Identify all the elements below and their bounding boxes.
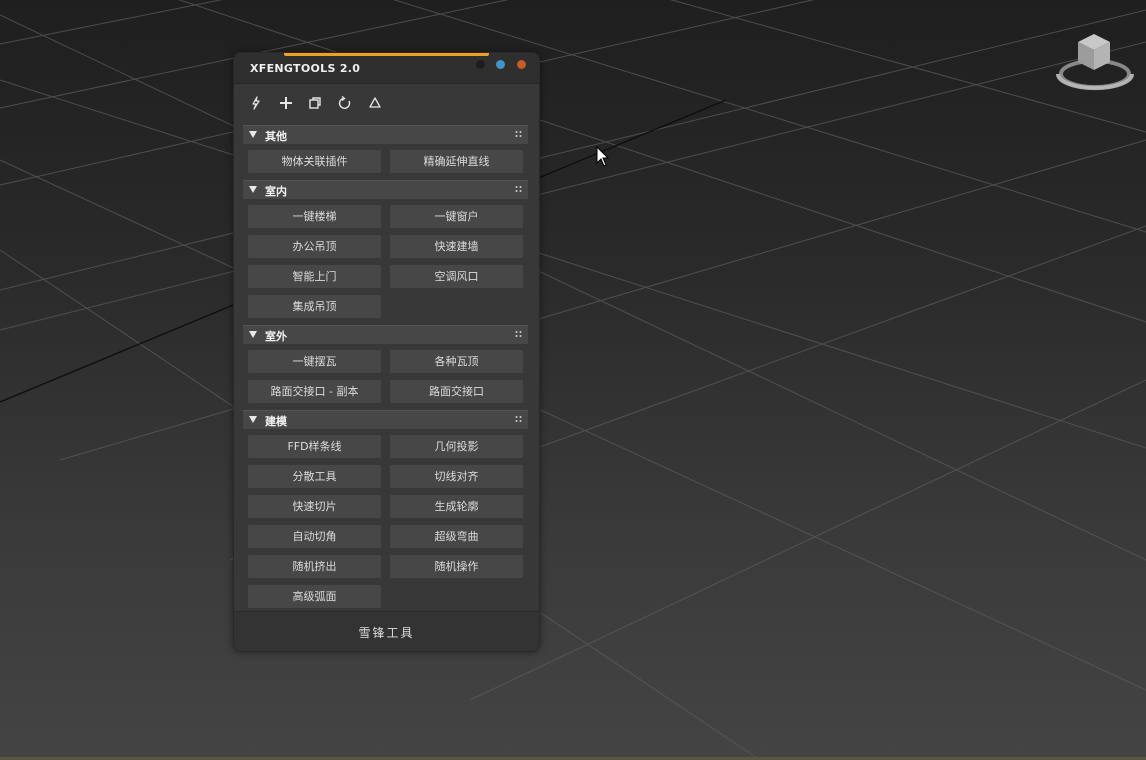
- footer-brand: 雪锋工具: [358, 626, 415, 640]
- tool-button[interactable]: 超级弯曲: [390, 525, 523, 548]
- panel-title: XFENGTOOLS 2.0: [250, 62, 361, 75]
- collapse-triangle-icon[interactable]: [249, 331, 257, 338]
- tool-button[interactable]: 几何投影: [390, 435, 523, 458]
- tool-button[interactable]: 分散工具: [248, 465, 381, 488]
- section-header-outdoor[interactable]: 室外: [243, 325, 528, 344]
- close-button[interactable]: [517, 60, 526, 69]
- panel-footer: 雪锋工具: [234, 611, 539, 651]
- section-header-indoor[interactable]: 室内: [243, 180, 528, 199]
- tool-button[interactable]: 自动切角: [248, 525, 381, 548]
- tool-button[interactable]: 一键楼梯: [248, 205, 381, 228]
- tool-button[interactable]: 随机操作: [390, 555, 523, 578]
- tool-button[interactable]: 快速建墙: [390, 235, 523, 258]
- section-title: 室外: [265, 330, 287, 343]
- tool-button[interactable]: 精确延伸直线: [390, 150, 523, 173]
- tool-button[interactable]: 快速切片: [248, 495, 381, 518]
- tool-button[interactable]: 空调风口: [390, 265, 523, 288]
- tool-button[interactable]: 切线对齐: [390, 465, 523, 488]
- triangle-icon[interactable]: [365, 93, 385, 113]
- tool-button[interactable]: 各种瓦顶: [390, 350, 523, 373]
- drag-handle-icon[interactable]: [515, 130, 522, 138]
- tool-button[interactable]: 路面交接口: [390, 380, 523, 403]
- viewport-grid: [0, 0, 1146, 760]
- title-accent-bar: [284, 53, 489, 56]
- refresh-icon[interactable]: [335, 93, 355, 113]
- copy-icon[interactable]: [305, 93, 325, 113]
- section-title: 其他: [265, 130, 287, 143]
- tool-button[interactable]: 随机挤出: [248, 555, 381, 578]
- drag-handle-icon[interactable]: [515, 185, 522, 193]
- collapse-triangle-icon[interactable]: [249, 131, 257, 138]
- plus-icon[interactable]: [276, 93, 296, 113]
- viewcube-icon[interactable]: [1056, 26, 1134, 92]
- mouse-cursor-icon: [596, 146, 610, 167]
- tool-button[interactable]: 一键窗户: [390, 205, 523, 228]
- collapse-triangle-icon[interactable]: [249, 416, 257, 423]
- section-header-modeling[interactable]: 建模: [243, 410, 528, 429]
- tool-button[interactable]: 集成吊顶: [248, 295, 381, 318]
- tool-button[interactable]: 物体关联插件: [248, 150, 381, 173]
- section-title: 室内: [265, 185, 287, 198]
- drag-handle-icon[interactable]: [515, 330, 522, 338]
- drag-handle-icon[interactable]: [515, 415, 522, 423]
- tool-button[interactable]: 路面交接口 - 副本: [248, 380, 381, 403]
- minimize-button[interactable]: [476, 60, 485, 69]
- tool-button[interactable]: 智能上门: [248, 265, 381, 288]
- panel-toolbar: [246, 93, 526, 113]
- tool-button[interactable]: 办公吊顶: [248, 235, 381, 258]
- section-title: 建模: [265, 415, 287, 428]
- panel-titlebar[interactable]: XFENGTOOLS 2.0: [234, 53, 539, 84]
- tool-button[interactable]: 一键摆瓦: [248, 350, 381, 373]
- xfengtools-panel: XFENGTOOLS 2.0 其他 物体关联插件 精确延伸直线 室内 一键楼梯 …: [233, 52, 540, 652]
- tool-button[interactable]: FFD样条线: [248, 435, 381, 458]
- maximize-button[interactable]: [496, 60, 505, 69]
- section-header-other[interactable]: 其他: [243, 125, 528, 144]
- collapse-triangle-icon[interactable]: [249, 186, 257, 193]
- tool-button[interactable]: 高级弧面: [248, 585, 381, 608]
- tool-button[interactable]: 生成轮廓: [390, 495, 523, 518]
- lightning-icon[interactable]: [246, 93, 266, 113]
- 3d-viewport[interactable]: XFENGTOOLS 2.0 其他 物体关联插件 精确延伸直线 室内 一键楼梯 …: [0, 0, 1146, 760]
